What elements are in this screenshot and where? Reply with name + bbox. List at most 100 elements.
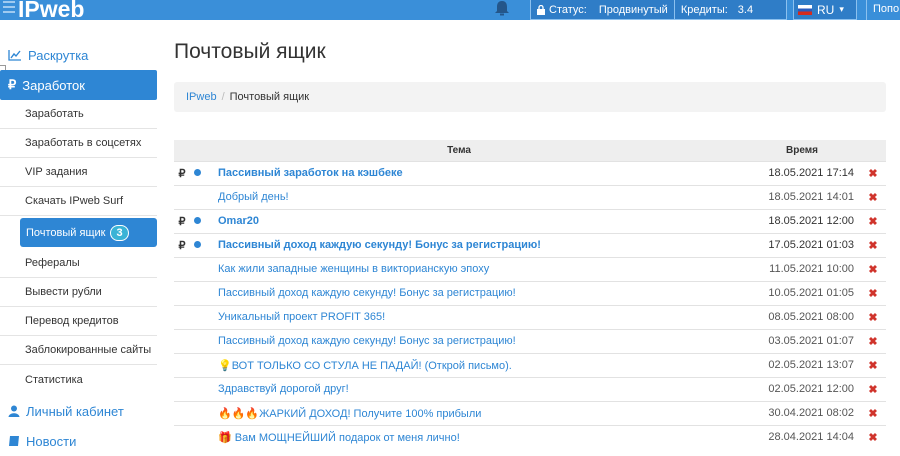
table-header: Тема Время xyxy=(174,140,886,161)
message-subject-link[interactable]: Здравствуй дорогой друг! xyxy=(204,376,744,401)
table-row[interactable]: Пассивный доход каждую секунду! Бонус за… xyxy=(174,280,886,305)
ruble-icon xyxy=(174,280,190,305)
breadcrumb-separator: / xyxy=(221,91,225,103)
delete-icon[interactable]: ✖ xyxy=(860,184,886,209)
table-row[interactable]: ₽ Omar20 18.05.2021 12:00 ✖ xyxy=(174,208,886,233)
message-subject-link[interactable]: Пассивный доход каждую секунду! Бонус за… xyxy=(204,328,744,353)
unread-dot-icon xyxy=(190,184,204,209)
table-row[interactable]: ₽ Пассивный заработок на кэшбеке 18.05.202… xyxy=(174,160,886,185)
delete-icon[interactable]: ✖ xyxy=(860,160,886,185)
message-time: 18.05.2021 12:00 xyxy=(744,208,860,233)
ruble-icon xyxy=(174,376,190,401)
russia-flag-icon xyxy=(798,4,812,15)
message-subject-link[interactable]: Omar20 xyxy=(204,208,744,233)
message-subject-link[interactable]: Пассивный доход каждую секунду! Бонус за… xyxy=(204,280,744,305)
ruble-icon xyxy=(174,256,190,281)
table-row[interactable]: Как жили западные женщины в викторианску… xyxy=(174,256,886,281)
language-select[interactable]: RU ▾ xyxy=(793,0,857,20)
ruble-icon: ₽ xyxy=(174,232,190,257)
book-icon xyxy=(9,436,19,446)
ruble-icon xyxy=(174,424,190,449)
user-icon xyxy=(8,405,20,417)
message-time: 02.05.2021 13:07 xyxy=(744,352,860,377)
status-box: Статус: Продвинутый Кредиты: 3.4 xyxy=(530,0,787,20)
sidebar-item-label: Почтовый ящик xyxy=(26,226,106,239)
message-subject-link[interactable]: Как жили западные женщины в викторианску… xyxy=(204,256,744,281)
unread-dot-icon xyxy=(190,256,204,281)
message-subject-link[interactable]: Пассивный доход каждую секунду! Бонус за… xyxy=(204,232,744,257)
unread-dot-icon xyxy=(190,160,204,185)
message-subject-link[interactable]: 🔥🔥🔥ЖАРКИЙ ДОХОД! Получите 100% прибыли xyxy=(204,400,744,425)
sidebar-item-download-surf[interactable]: Скачать IPweb Surf xyxy=(0,187,157,216)
sidebar-item-earn[interactable]: Заработать xyxy=(0,100,157,129)
table-row[interactable]: ₽ Пассивный доход каждую секунду! Бонус з… xyxy=(174,232,886,257)
message-subject-link[interactable]: Пассивный заработок на кэшбеке xyxy=(204,160,744,185)
ruble-icon xyxy=(174,400,190,425)
sidebar-item-transfer[interactable]: Перевод кредитов xyxy=(0,307,157,336)
delete-icon[interactable]: ✖ xyxy=(860,328,886,353)
delete-icon[interactable]: ✖ xyxy=(860,304,886,329)
sidebar-item-referrals[interactable]: Рефералы xyxy=(0,249,157,278)
sidebar-item-label: Личный кабинет xyxy=(26,403,124,419)
table-row[interactable]: 🔥🔥🔥ЖАРКИЙ ДОХОД! Получите 100% прибыли 30… xyxy=(174,400,886,425)
top-bar: IPweb Статус: Продвинутый Кредиты: 3.4 R… xyxy=(0,0,900,23)
bell-icon[interactable] xyxy=(493,0,511,16)
message-time: 03.05.2021 01:07 xyxy=(744,328,860,353)
sidebar-item-promo[interactable]: Раскрутка xyxy=(0,40,160,70)
sidebar-item-vip[interactable]: VIP задания xyxy=(0,158,157,187)
column-time-header[interactable]: Время xyxy=(744,140,860,161)
language-label: RU xyxy=(817,2,835,17)
message-time: 11.05.2021 10:00 xyxy=(744,256,860,281)
logo[interactable]: IPweb xyxy=(18,0,84,23)
unread-dot-icon xyxy=(190,328,204,353)
sidebar-item-cabinet[interactable]: Личный кабинет xyxy=(0,396,160,426)
menu-icon[interactable] xyxy=(3,1,15,15)
sidebar-item-label: Заработок xyxy=(22,77,85,93)
sidebar: Раскрутка ₽ Заработок Заработать Заработ… xyxy=(0,40,160,456)
message-time: 17.05.2021 01:03 xyxy=(744,232,860,257)
breadcrumb: IPweb / Почтовый ящик xyxy=(174,82,886,112)
delete-icon[interactable]: ✖ xyxy=(860,424,886,449)
delete-icon[interactable]: ✖ xyxy=(860,256,886,281)
sidebar-item-earnings[interactable]: ₽ Заработок xyxy=(0,70,157,100)
sidebar-item-withdraw[interactable]: Вывести рубли xyxy=(0,278,157,307)
ruble-icon: ₽ xyxy=(174,208,190,233)
table-row[interactable]: Уникальный проект PROFIT 365! 08.05.2021 … xyxy=(174,304,886,329)
unread-dot-icon xyxy=(190,352,204,377)
unread-dot-icon xyxy=(190,304,204,329)
message-subject-link[interactable]: Добрый день! xyxy=(204,184,744,209)
sidebar-item-earn-social[interactable]: Заработать в соцсетях xyxy=(0,129,157,158)
message-subject-link[interactable]: 🎁 Вам МОЩНЕЙШИЙ подарок от меня лично! xyxy=(204,424,744,449)
status-value: Продвинутый xyxy=(598,3,668,16)
message-time: 18.05.2021 17:14 xyxy=(744,160,860,185)
ruble-icon xyxy=(174,352,190,377)
unread-dot-icon xyxy=(190,280,204,305)
page-title: Почтовый ящик xyxy=(174,40,326,63)
table-row[interactable]: 💡ВОТ ТОЛЬКО СО СТУЛА НЕ ПАДАЙ! (Открой п… xyxy=(174,352,886,377)
delete-icon[interactable]: ✖ xyxy=(860,232,886,257)
delete-icon[interactable]: ✖ xyxy=(860,208,886,233)
delete-icon[interactable]: ✖ xyxy=(860,352,886,377)
sidebar-item-news[interactable]: Новости xyxy=(0,426,160,456)
unread-dot-icon xyxy=(190,208,204,233)
message-time: 02.05.2021 12:00 xyxy=(744,376,860,401)
sidebar-item-mailbox[interactable]: Почтовый ящик 3 xyxy=(20,218,157,247)
sidebar-item-stats[interactable]: Статистика xyxy=(0,365,157,394)
message-subject-link[interactable]: 💡ВОТ ТОЛЬКО СО СТУЛА НЕ ПАДАЙ! (Открой п… xyxy=(204,352,744,377)
table-row[interactable]: Добрый день! 18.05.2021 14:01 ✖ xyxy=(174,184,886,209)
table-row[interactable]: Здравствуй дорогой друг! 02.05.2021 12:00… xyxy=(174,376,886,401)
message-subject-link[interactable]: Уникальный проект PROFIT 365! xyxy=(204,304,744,329)
column-subject-header[interactable]: Тема xyxy=(174,140,744,161)
unread-dot-icon xyxy=(190,424,204,449)
ruble-icon xyxy=(174,328,190,353)
table-row[interactable]: Пассивный доход каждую секунду! Бонус за… xyxy=(174,328,886,353)
table-row[interactable]: 🎁 Вам МОЩНЕЙШИЙ подарок от меня лично! 28… xyxy=(174,424,886,449)
status-label: Статус: xyxy=(549,3,587,16)
message-time: 08.05.2021 08:00 xyxy=(744,304,860,329)
breadcrumb-root-link[interactable]: IPweb xyxy=(186,91,217,103)
topup-button[interactable]: Попо xyxy=(866,0,900,20)
delete-icon[interactable]: ✖ xyxy=(860,376,886,401)
delete-icon[interactable]: ✖ xyxy=(860,280,886,305)
delete-icon[interactable]: ✖ xyxy=(860,400,886,425)
sidebar-item-blocked[interactable]: Заблокированные сайты xyxy=(0,336,157,365)
